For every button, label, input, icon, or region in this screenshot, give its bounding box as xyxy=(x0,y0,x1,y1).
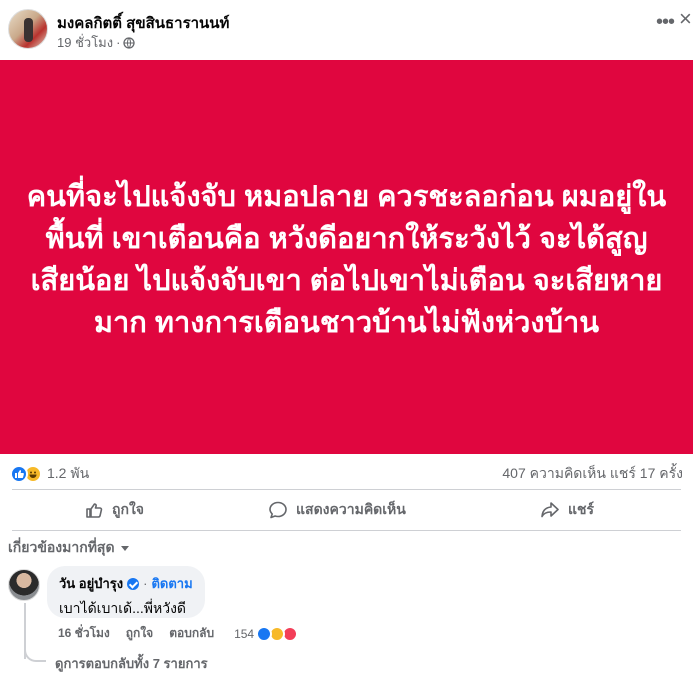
divider xyxy=(12,530,681,531)
thread-connector xyxy=(24,640,46,662)
thumbs-up-icon xyxy=(86,503,103,518)
close-icon[interactable]: × xyxy=(679,8,692,30)
like-label: ถูกใจ xyxy=(112,501,144,517)
ellipsis-icon[interactable]: ••• xyxy=(654,12,676,37)
banner-text: คนที่จะไปแจ้งจับ หมอปลาย ควรชะลอก่อน ผมอ… xyxy=(26,181,667,339)
comment-like-button[interactable]: ถูกใจ xyxy=(126,624,153,643)
comment-bubble: วัน อยู่บำรุง · ติดตาม เบาได้เบาเด้...พี… xyxy=(47,566,205,618)
commenter-avatar[interactable] xyxy=(8,569,40,601)
view-replies-link[interactable]: ดูการตอบกลับทั้ง 7 รายการ xyxy=(55,653,208,674)
comment-label: แสดงความคิดเห็น xyxy=(296,501,406,517)
post-header: มงคลกิตติ์ สุขสินธารานนท์ 19 ชั่วโมง · •… xyxy=(0,0,693,60)
comment-icon xyxy=(269,501,287,519)
like-button[interactable]: ถูกใจ xyxy=(0,492,228,528)
comment-reaction-count[interactable]: 154 xyxy=(234,627,254,641)
share-label: แชร์ xyxy=(568,501,595,517)
post-actions: ถูกใจ แสดงความคิดเห็น แชร์ xyxy=(0,492,693,528)
like-icon xyxy=(256,625,273,642)
comments-shares-count[interactable]: 407 ความคิดเห็น แชร์ 17 ครั้ง xyxy=(502,463,683,485)
meta-separator: · xyxy=(116,35,121,50)
post-stats: 1.2 พัน 407 ความคิดเห็น แชร์ 17 ครั้ง xyxy=(0,456,693,488)
caret-down-icon xyxy=(120,546,129,551)
share-button[interactable]: แชร์ xyxy=(458,492,693,528)
post-banner: คนที่จะไปแจ้งจับ หมอปลาย ควรชะลอก่อน ผมอ… xyxy=(0,60,693,454)
comment-button[interactable]: แสดงความคิดเห็น xyxy=(228,492,458,528)
comment-sort-dropdown[interactable]: เกี่ยวข้องมากที่สุด xyxy=(8,537,131,559)
follow-separator: · xyxy=(143,576,148,591)
post-time[interactable]: 19 ชั่วโมง xyxy=(57,32,113,53)
verified-badge-icon xyxy=(127,577,140,590)
share-icon xyxy=(541,502,559,518)
reactions-count[interactable]: 1.2 พัน xyxy=(47,463,89,485)
like-icon xyxy=(10,465,28,483)
sort-label: เกี่ยวข้องมากที่สุด xyxy=(8,539,115,555)
commenter-name[interactable]: วัน อยู่บำรุง xyxy=(59,573,123,594)
comment-reply-button[interactable]: ตอบกลับ xyxy=(169,624,214,643)
comment-text: เบาได้เบาเด้...พี่หวังดี xyxy=(59,600,186,616)
reaction-summary[interactable]: 1.2 พัน xyxy=(10,463,89,485)
globe-icon xyxy=(123,36,136,49)
divider xyxy=(12,489,681,490)
comment-time[interactable]: 16 ชั่วโมง xyxy=(58,624,110,643)
comment-header: วัน อยู่บำรุง · ติดตาม xyxy=(59,573,193,594)
post-meta: 19 ชั่วโมง · xyxy=(57,32,136,53)
follow-button[interactable]: ติดตาม xyxy=(151,573,192,594)
author-avatar[interactable] xyxy=(8,9,48,49)
comment-meta: 16 ชั่วโมง ถูกใจ ตอบกลับ 154 xyxy=(58,624,299,643)
